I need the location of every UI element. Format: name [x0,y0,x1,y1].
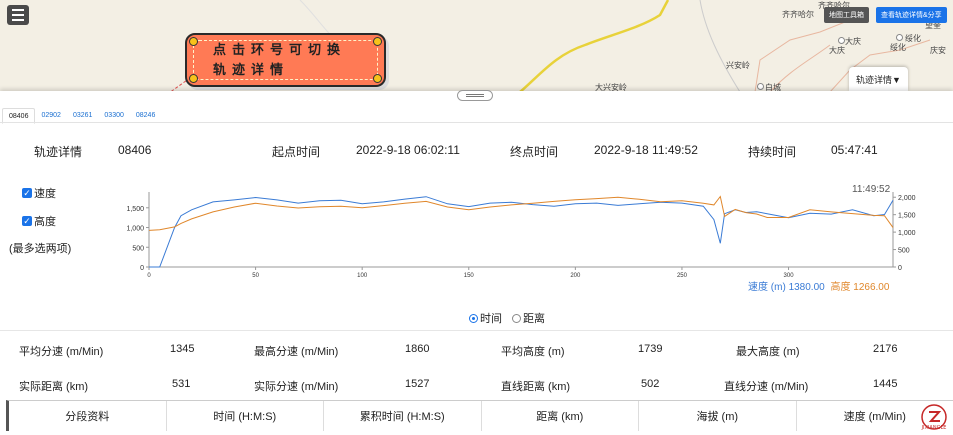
city-dot [757,83,764,90]
distance-radio[interactable]: 距离 [512,310,545,326]
speed-checkbox[interactable]: ✓ 速度 [22,185,56,201]
right-tick-label: 1,000 [898,230,916,237]
x-tick-label: 100 [357,273,368,279]
x-tick-label: 0 [147,273,151,279]
panel-drag-handle[interactable] [457,90,493,101]
left-tick-label: 500 [132,245,144,252]
track-info-row: 轨迹详情 08406 起点时间 2022-9-18 06:02:11 终点时间 … [0,141,953,161]
stat-label: 最大高度 (m) [736,346,800,358]
x-tick-label: 250 [677,273,688,279]
stat-label: 实际距离 (km) [19,381,89,393]
column-header[interactable]: 距离 (km) [482,401,639,431]
right-tick-label: 0 [898,265,902,272]
end-time-label: 终点时间 [510,145,559,159]
right-tick-label: 500 [898,248,910,255]
left-tick-label: 1,000 [126,226,144,233]
map-label: 绥化 [890,43,906,52]
checkmark-icon: ✓ [22,188,32,198]
stat-value: 1445 [873,378,898,390]
legend-altitude-name: 高度 [830,282,851,293]
duration-label: 持续时间 [748,145,797,159]
segment-table-header: 分段资料 时间 (H:M:S) 累积时间 (H:M:S) 距离 (km) 海拔 … [6,400,953,431]
stat-value: 502 [641,378,660,390]
end-time-value: 2022-9-18 11:49:52 [594,143,698,157]
stat-value: 1860 [405,343,430,355]
map-label: 庆安 [930,46,946,55]
start-time-value: 2022-9-18 06:02:11 [356,143,460,157]
map-label: 兴安岭 [726,61,750,70]
stat-label: 直线距离 (km) [501,381,571,393]
ring-number: 08406 [118,143,152,157]
stat-label: 最高分速 (m/Min) [254,346,339,358]
start-time-label: 起点时间 [272,145,321,159]
map[interactable]: 齐齐哈尔 齐齐哈尔 大庆 大庆 绥化 绥化 望奎 庆安 兴安岭 白城 大兴安岭 … [0,0,953,92]
axis-mode-radios: 时间 距离 [469,310,545,326]
chart-legend: 速度 (m) 1380.00 高度 1266.00 [748,278,889,293]
brand-logo: JIXIANGLE [921,404,947,431]
stat-label: 平均高度 (m) [501,346,565,358]
map-label: 齐齐哈尔 [782,10,814,19]
legend-speed-name: 速度 (m) [748,282,786,293]
legend-altitude-value: 1266.00 [853,282,890,293]
column-header[interactable]: 时间 (H:M:S) [167,401,324,431]
map-label: 绥化 [905,34,921,43]
map-label: 大庆 [845,37,861,46]
city-dot [896,34,903,41]
time-radio[interactable]: 时间 [469,310,502,326]
track-detail-panel: 08406 02902 03261 03300 08246 轨迹详情 08406… [0,90,953,435]
stat-label: 平均分速 (m/Min) [19,346,104,358]
column-header[interactable]: 分段资料 [9,401,167,431]
x-tick-label: 150 [464,273,475,279]
stat-value: 1527 [405,378,430,390]
stat-value: 1739 [638,343,663,355]
x-tick-label: 200 [570,273,581,279]
right-tick-label: 2,000 [898,195,916,202]
track-chart[interactable]: 0 500 1,000 1,500 0 500 1,000 1,500 2,000 0 50 100 1… [118,176,918,286]
left-tick-label: 0 [140,265,144,272]
stat-value: 1345 [170,343,195,355]
series-line-speed [149,196,894,268]
stat-label: 实际分速 (m/Min) [254,381,339,393]
altitude-checkbox[interactable]: ✓ 高度 [22,213,56,229]
map-label: 大庆 [829,46,845,55]
left-tick-label: 1,500 [126,206,144,213]
series-line-altitude [148,195,894,231]
right-tick-label: 1,500 [898,213,916,220]
duration-value: 05:47:41 [831,143,878,157]
hint-line-2: 轨迹详情 [213,62,290,77]
stat-value: 2176 [873,343,898,355]
track-details-toggle[interactable]: 轨迹详情▼ [849,67,908,91]
checkmark-icon: ✓ [22,216,32,226]
x-tick-label: 50 [252,273,259,279]
track-info-title: 轨迹详情 [34,145,83,159]
column-header[interactable]: 累积时间 (H:M:S) [324,401,482,431]
selection-note: (最多选两项) [9,243,72,255]
column-header[interactable]: 海拔 (m) [639,401,797,431]
hint-tooltip: 点击环号可切换 轨迹详情 [185,33,386,87]
map-tools-button[interactable]: 地图工具箱 [824,7,869,23]
city-dot [838,37,845,44]
speed-checkbox-label: 速度 [34,188,56,200]
menu-icon [12,9,24,11]
stat-label: 直线分速 (m/Min) [724,381,809,393]
legend-speed-value: 1380.00 [788,282,825,293]
stat-value: 531 [172,378,191,390]
chart-end-label: 11:49:52 [852,184,891,195]
share-track-button[interactable]: 查看轨迹详情&分享 [876,7,947,23]
hint-line-1: 点击环号可切换 [213,42,347,57]
distance-radio-label: 距离 [523,313,545,325]
menu-button[interactable] [7,5,29,25]
svg-text:JIXIANGLE: JIXIANGLE [921,425,947,431]
time-radio-label: 时间 [480,313,502,325]
altitude-checkbox-label: 高度 [34,216,56,228]
